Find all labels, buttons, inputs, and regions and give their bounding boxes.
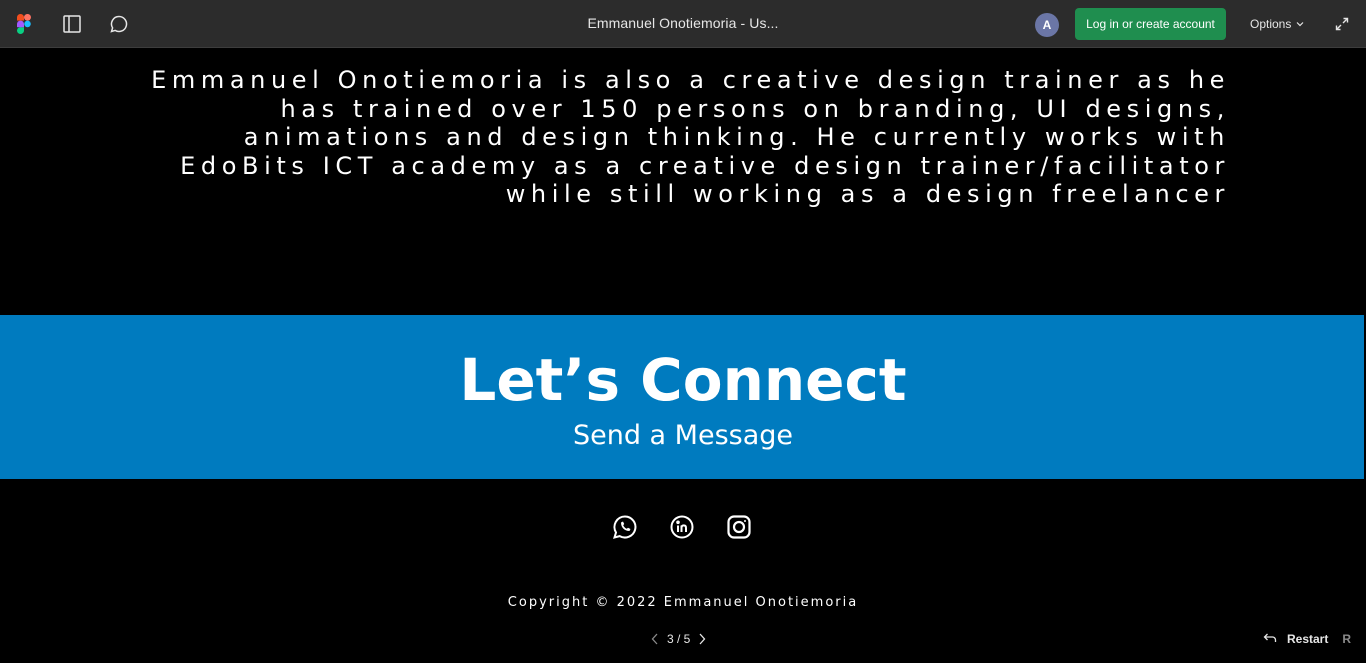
toolbar: Emmanuel Onotiemoria - Us... A Log in or… — [0, 0, 1366, 48]
restart-shortcut-key: R — [1342, 632, 1352, 646]
avatar[interactable]: A — [1035, 13, 1059, 37]
page-navigator: 3 / 5 — [651, 631, 706, 647]
restart-arrow-icon — [1263, 632, 1277, 647]
bio-paragraph: Emmanuel Onotiemoria is also a creative … — [151, 66, 1230, 208]
send-message-link[interactable]: Send a Message — [0, 420, 1366, 451]
page-indicator: 3 / 5 — [667, 632, 691, 646]
login-button[interactable]: Log in or create account — [1075, 8, 1226, 40]
connect-heading: Let’s Connect — [459, 346, 907, 414]
linkedin-icon[interactable] — [669, 514, 695, 540]
instagram-icon[interactable] — [726, 514, 752, 540]
whatsapp-icon[interactable] — [612, 514, 638, 540]
chevron-right-icon[interactable] — [698, 633, 706, 645]
options-menu[interactable]: Options — [1250, 17, 1304, 31]
options-label: Options — [1250, 17, 1292, 31]
copyright-text: Copyright © 2022 Emmanuel Onotiemoria — [507, 595, 859, 610]
chevron-down-icon — [1296, 17, 1304, 31]
restart-button[interactable]: Restart R — [1263, 631, 1351, 647]
fullscreen-icon[interactable] — [1330, 12, 1354, 36]
restart-label: Restart — [1287, 632, 1329, 646]
chevron-left-icon[interactable] — [651, 633, 659, 645]
